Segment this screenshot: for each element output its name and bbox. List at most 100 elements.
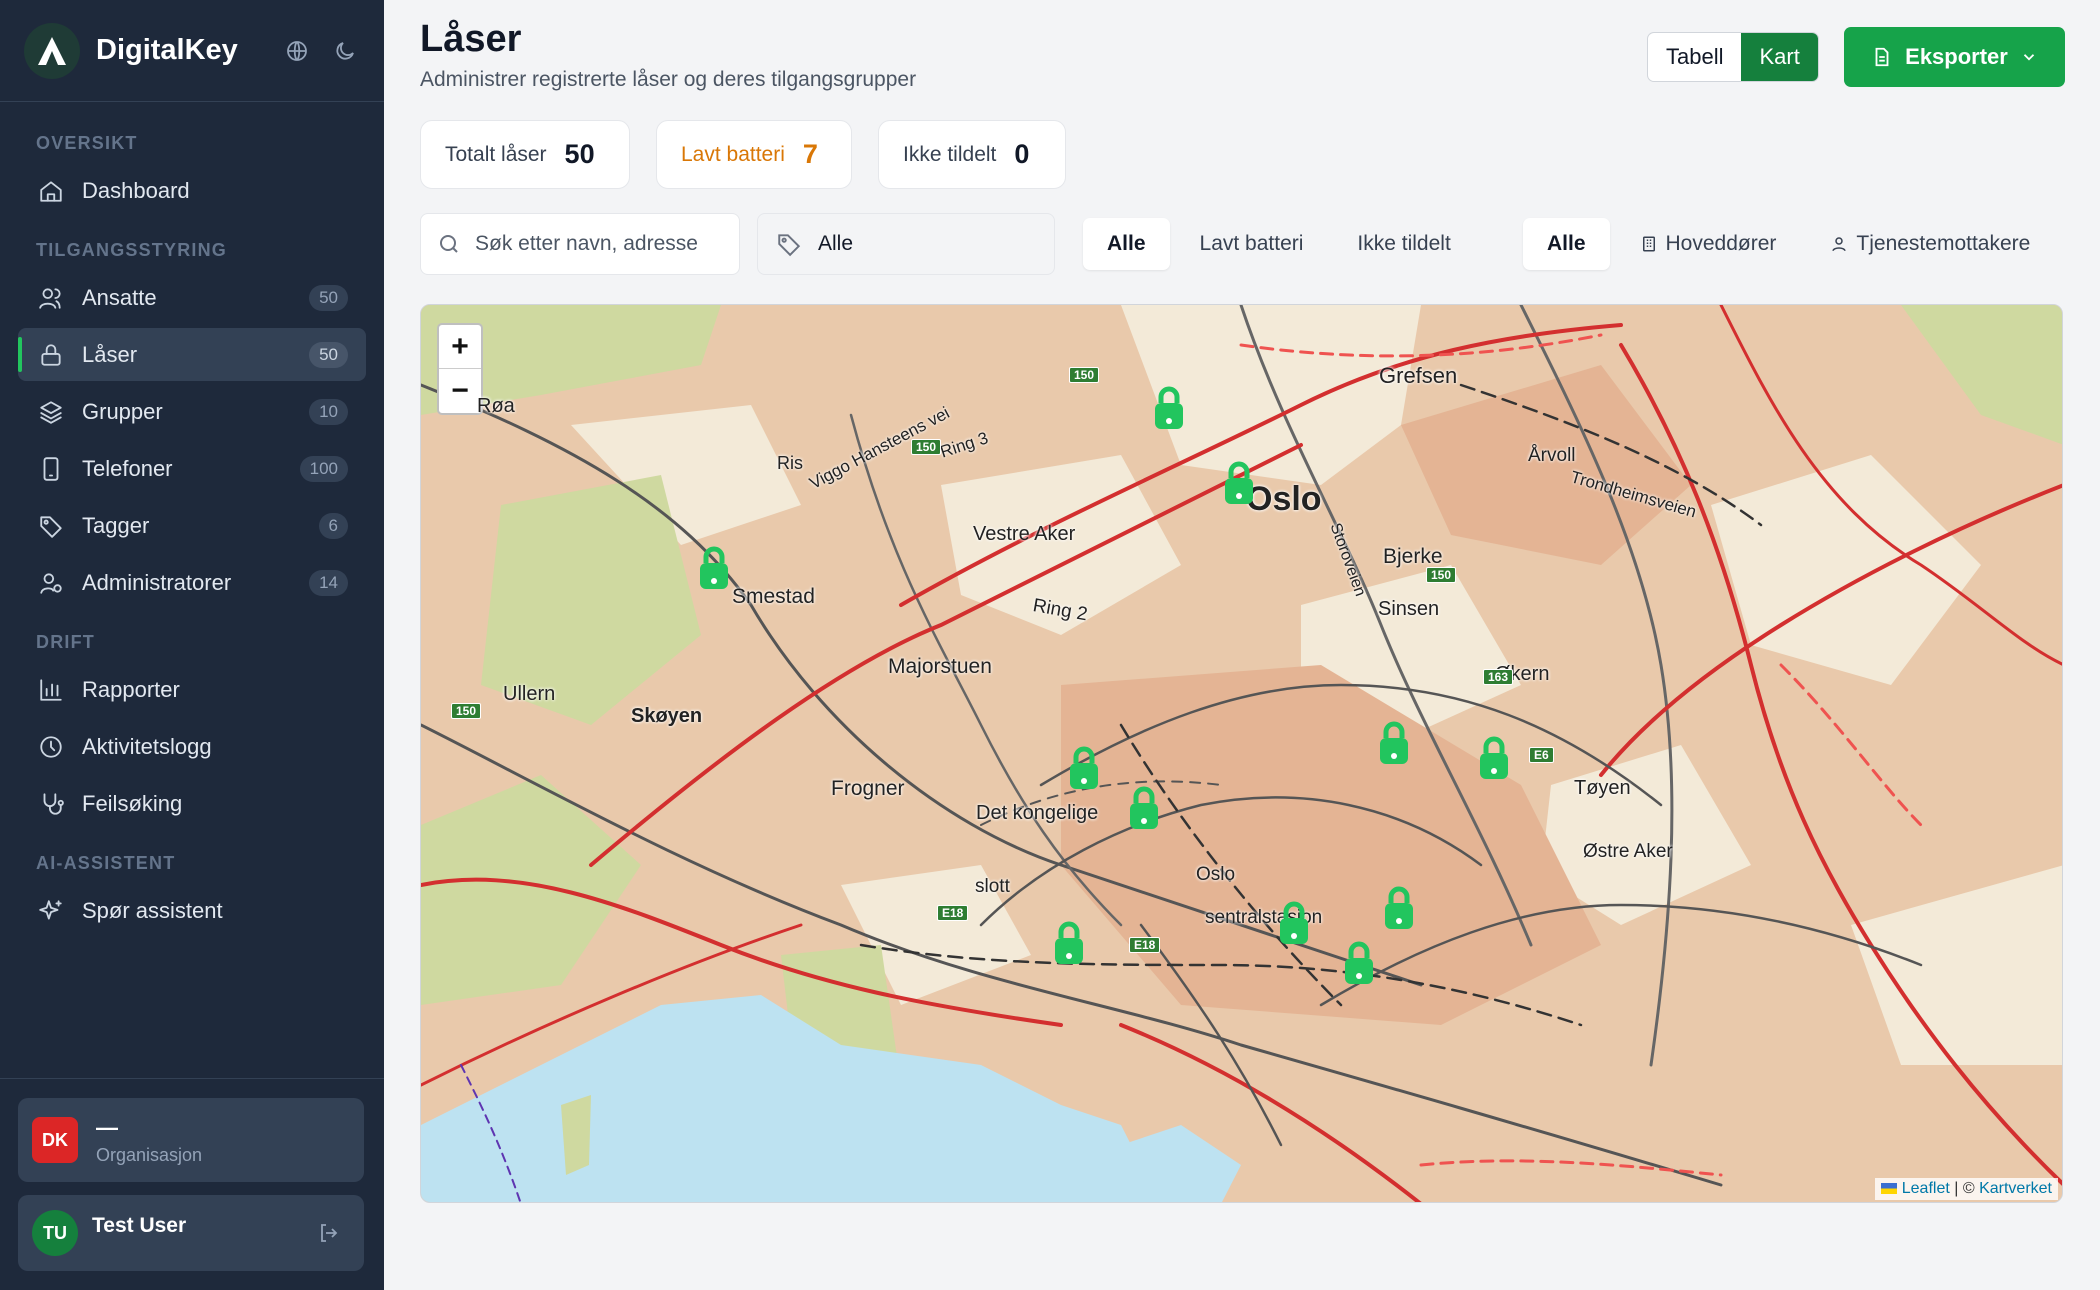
type-filter-all[interactable]: Alle bbox=[1523, 218, 1610, 270]
lock-marker-icon[interactable] bbox=[1151, 385, 1187, 435]
file-icon bbox=[1875, 47, 1889, 67]
sidebar-item-label: Feilsøking bbox=[82, 790, 183, 816]
stat-total-locks: Totalt låser 50 bbox=[420, 120, 630, 189]
road-number-label: 150 bbox=[1426, 567, 1457, 583]
lock-marker-icon[interactable] bbox=[696, 545, 732, 595]
road-number-label: 150 bbox=[911, 439, 942, 455]
road-number-label: E6 bbox=[1529, 747, 1554, 763]
status-filter-low-battery[interactable]: Lavt batteri bbox=[1176, 218, 1328, 270]
user-cog-icon bbox=[36, 568, 66, 598]
users-icon bbox=[36, 283, 66, 313]
lock-marker-icon[interactable] bbox=[1051, 920, 1087, 970]
user-icon bbox=[1832, 237, 1847, 252]
island bbox=[561, 1095, 591, 1175]
kartverket-link[interactable]: Kartverket bbox=[1979, 1180, 2052, 1197]
lock-marker-icon[interactable] bbox=[1381, 885, 1417, 935]
sidebar-item-label: Dashboard bbox=[82, 177, 190, 203]
sidebar-item-label: Ansatte bbox=[82, 284, 157, 310]
sidebar-item-label: Administratorer bbox=[82, 569, 232, 595]
organization-switcher[interactable]: DK — Organisasjon bbox=[18, 1098, 364, 1182]
sidebar-nav: OVERSIKT Dashboard TILGANGSSTYRING Ansatte 5… bbox=[0, 102, 384, 937]
map-place-label: Skøyen bbox=[631, 705, 703, 727]
map-place-label: Grefsen bbox=[1379, 363, 1458, 388]
search-input[interactable] bbox=[475, 232, 735, 256]
sidebar-item-aktivitetslogg[interactable]: Aktivitetslogg bbox=[18, 720, 366, 773]
sidebar-item-label: Spør assistent bbox=[82, 897, 223, 923]
sidebar-item-tagger[interactable]: Tagger 6 bbox=[18, 499, 366, 552]
tag-filter-value: Alle bbox=[818, 232, 854, 255]
sidebar-item-rapporter[interactable]: Rapporter bbox=[18, 663, 366, 716]
sidebar-item-count: 50 bbox=[309, 341, 348, 368]
lock-marker-icon[interactable] bbox=[1276, 900, 1312, 950]
lock-map[interactable]: + − Grefsen Røa Ris Viggo Hansteens vei Ring… bbox=[420, 304, 2063, 1203]
leaflet-link[interactable]: Leaflet bbox=[1902, 1180, 1950, 1197]
lock-marker-icon[interactable] bbox=[1221, 460, 1257, 510]
page-subtitle: Administrer registrerte låser og deres t… bbox=[420, 68, 917, 91]
moon-icon[interactable] bbox=[330, 36, 360, 66]
status-filter-unassigned[interactable]: Ikke tildelt bbox=[1333, 218, 1474, 270]
type-filter-main-doors[interactable]: Hoveddører bbox=[1616, 218, 1801, 270]
sidebar-item-label: Grupper bbox=[82, 398, 163, 424]
sidebar-item-l-ser[interactable]: Låser 50 bbox=[18, 328, 366, 381]
page-title: Låser bbox=[420, 18, 522, 60]
map-place-label: Østre Aker bbox=[1583, 841, 1673, 862]
map-place-label: Det kongelige bbox=[976, 802, 1099, 824]
stat-low-battery: Lavt batteri 7 bbox=[656, 120, 852, 189]
map-view-button[interactable]: Kart bbox=[1741, 33, 1818, 81]
chevron-down-icon bbox=[2023, 54, 2034, 61]
attribution-separator: | © bbox=[1949, 1180, 1980, 1197]
map-place-label: slott bbox=[975, 876, 1010, 897]
type-filter-service-recipients[interactable]: Tjenestemottakere bbox=[1806, 218, 2054, 270]
road-number-label: 150 bbox=[451, 703, 482, 719]
language-icon[interactable] bbox=[282, 36, 312, 66]
sidebar-item-sp-r-assistent[interactable]: Spør assistent bbox=[18, 884, 366, 937]
sidebar-item-telefoner[interactable]: Telefoner 100 bbox=[18, 442, 366, 495]
avatar: TU bbox=[32, 1210, 78, 1256]
flag-icon bbox=[1881, 1183, 1898, 1195]
map-place-label: Ris bbox=[777, 453, 803, 473]
sidebar-item-dashboard[interactable]: Dashboard bbox=[18, 164, 366, 217]
export-button[interactable]: Eksporter bbox=[1844, 27, 2065, 87]
status-filter-all[interactable]: Alle bbox=[1083, 218, 1170, 270]
map-place-label: Bjerke bbox=[1383, 545, 1443, 568]
sidebar-item-ansatte[interactable]: Ansatte 50 bbox=[18, 271, 366, 324]
road-number-label: E18 bbox=[937, 905, 969, 921]
sidebar-item-label: Rapporter bbox=[82, 676, 180, 702]
nav-section-title: TILGANGSSTYRING bbox=[36, 240, 228, 260]
map-place-label: Oslo bbox=[1196, 864, 1236, 885]
lock-marker-icon[interactable] bbox=[1476, 735, 1512, 785]
table-view-button[interactable]: Tabell bbox=[1648, 33, 1741, 81]
map-place-label: Vestre Aker bbox=[973, 523, 1076, 545]
org-badge: DK bbox=[32, 1117, 78, 1163]
logout-icon[interactable] bbox=[314, 1218, 344, 1248]
map-place-label: Sinsen bbox=[1378, 598, 1440, 620]
lock-marker-icon[interactable] bbox=[1341, 940, 1377, 990]
stat-unassigned: Ikke tildelt 0 bbox=[878, 120, 1066, 189]
road-number-label: 150 bbox=[1069, 367, 1100, 383]
sparkles-icon bbox=[36, 896, 66, 926]
road-number-label: 163 bbox=[1483, 669, 1514, 685]
clock-icon bbox=[36, 732, 66, 762]
sidebar-item-feils-king[interactable]: Feilsøking bbox=[18, 777, 366, 830]
sidebar-item-count: 6 bbox=[318, 512, 348, 539]
app-logo bbox=[24, 22, 80, 79]
bar-chart-icon bbox=[36, 675, 66, 705]
layers-icon bbox=[36, 397, 66, 427]
sidebar-item-administratorer[interactable]: Administratorer 14 bbox=[18, 556, 366, 609]
stat-label: Totalt låser bbox=[445, 142, 547, 166]
type-filter-label: Tjenestemottakere bbox=[1856, 232, 2031, 255]
map-place-label: Smestad bbox=[732, 585, 815, 608]
zoom-in-button[interactable]: + bbox=[439, 325, 481, 369]
export-label: Eksporter bbox=[1905, 44, 2008, 69]
lock-marker-icon[interactable] bbox=[1126, 785, 1162, 835]
zoom-out-button[interactable]: − bbox=[439, 369, 481, 413]
sidebar-item-count: 10 bbox=[309, 398, 348, 425]
sidebar-item-label: Telefoner bbox=[82, 455, 173, 481]
lock-marker-icon[interactable] bbox=[1066, 745, 1102, 795]
phone-icon bbox=[36, 454, 66, 484]
lock-marker-icon[interactable] bbox=[1376, 720, 1412, 770]
search-icon bbox=[440, 235, 458, 253]
tag-filter-select[interactable]: Alle bbox=[757, 213, 1055, 275]
map-tiles[interactable] bbox=[421, 305, 2063, 1203]
sidebar-item-grupper[interactable]: Grupper 10 bbox=[18, 385, 366, 438]
